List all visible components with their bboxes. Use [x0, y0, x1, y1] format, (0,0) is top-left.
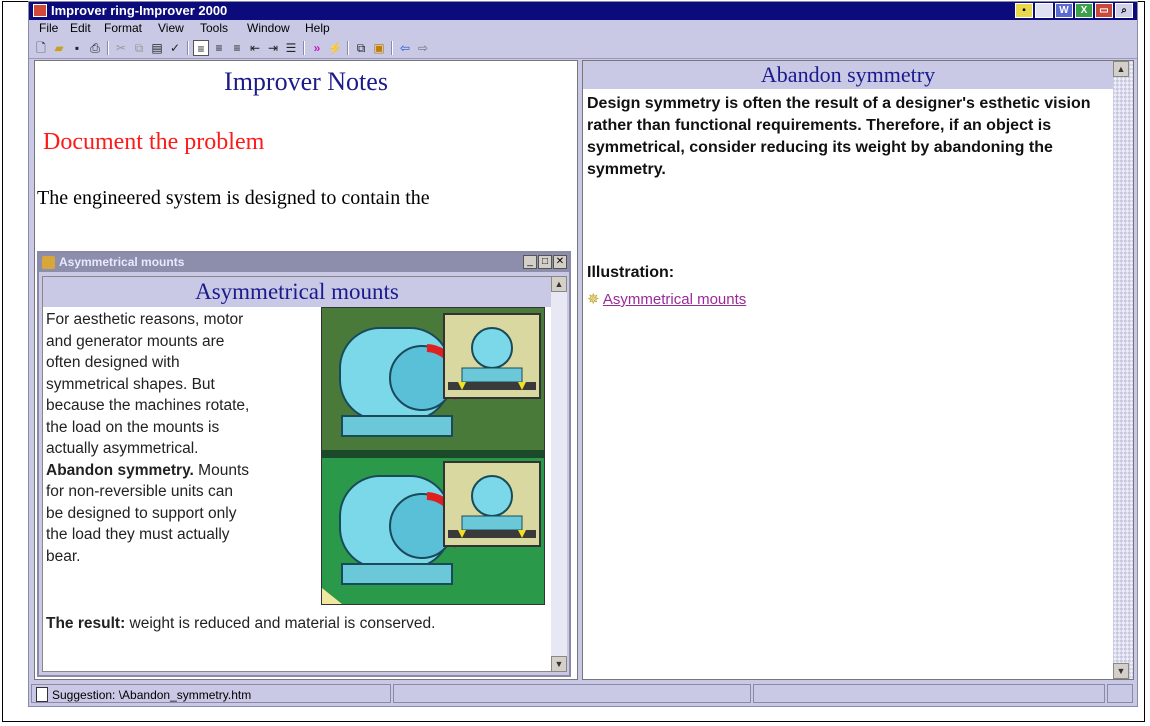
- status-text: Suggestion: \Abandon_symmetry.htm: [52, 688, 252, 702]
- menu-file[interactable]: File: [39, 20, 58, 37]
- align-center-icon[interactable]: ≡: [211, 40, 227, 56]
- workspace-icon[interactable]: ▪: [1015, 3, 1033, 18]
- align-left-icon[interactable]: ≡: [193, 40, 209, 56]
- new-icon[interactable]: 🗋: [33, 40, 49, 56]
- window-title: Improver ring-Improver 2000: [51, 3, 228, 18]
- suggestion-pane: Abandon symmetry Design symmetry is ofte…: [582, 60, 1134, 680]
- result-lead: The result:: [46, 615, 126, 632]
- paste-icon[interactable]: ▤: [149, 40, 165, 56]
- blank-page-icon[interactable]: [1035, 3, 1053, 18]
- search-window-icon[interactable]: ⌕: [1115, 3, 1133, 18]
- back-arrow-icon[interactable]: ⇦: [397, 40, 413, 56]
- abandon-symmetry-bold: Abandon symmetry.: [46, 461, 194, 479]
- close-button[interactable]: ✕: [553, 255, 567, 269]
- forward-chevrons-icon[interactable]: »: [309, 40, 325, 56]
- motor-mounts-illustration: [321, 307, 545, 605]
- title-bar: Improver ring-Improver 2000 ▪ W X ▭ ⌕: [29, 2, 1137, 20]
- app-icon: [33, 4, 47, 17]
- result-body: weight is reduced and material is conser…: [125, 615, 436, 632]
- window-copy-icon[interactable]: ⧉: [353, 40, 369, 56]
- para-line: symmetrical shapes. But: [46, 375, 215, 393]
- illustration-subwindow: Asymmetrical mounts _ □ ✕ Asymmetrical m…: [37, 251, 571, 677]
- print-icon[interactable]: ⎙: [87, 40, 103, 56]
- open-icon[interactable]: ▰: [51, 40, 67, 56]
- forward-arrow-icon[interactable]: ⇨: [415, 40, 431, 56]
- notes-title: Improver Notes: [224, 67, 388, 96]
- scroll-down-arrow[interactable]: ▼: [1113, 663, 1129, 679]
- word-icon[interactable]: W: [1055, 3, 1073, 18]
- spell-check-icon[interactable]: ✓: [167, 40, 183, 56]
- scroll-up-arrow[interactable]: ▲: [1113, 61, 1129, 77]
- subwindow-scrollbar[interactable]: ▲ ▼: [551, 276, 567, 672]
- toolbar: 🗋 ▰ ▪ ⎙ ✂ ⧉ ▤ ✓ ≡ ≡ ≡ ⇤ ⇥ ☰ » ⚡ ⧉ ▣ ⇦ ⇨: [29, 38, 1137, 59]
- para-line: and generator mounts are: [46, 332, 225, 350]
- subwindow-content: Asymmetrical mounts For aesthetic reason…: [42, 276, 552, 672]
- motor-illustration-svg: [322, 308, 544, 604]
- menu-view[interactable]: View: [158, 20, 184, 37]
- copy-icon[interactable]: ⧉: [131, 40, 147, 56]
- notes-body-text[interactable]: The engineered system is designed to con…: [37, 187, 430, 210]
- para-line: for non-reversible units can: [46, 483, 233, 500]
- para-line: bear.: [46, 547, 81, 565]
- align-right-icon[interactable]: ≡: [229, 40, 245, 56]
- menu-help[interactable]: Help: [305, 20, 330, 37]
- menu-window[interactable]: Window: [247, 20, 290, 37]
- subwindow-title: Asymmetrical mounts: [59, 255, 185, 269]
- para-line: Abandon symmetry. Mounts: [46, 460, 318, 482]
- subwindow-icon: [42, 256, 55, 269]
- menu-edit[interactable]: Edit: [70, 20, 91, 37]
- para-line: the load on the mounts is: [46, 418, 220, 436]
- presentation-icon[interactable]: ▭: [1095, 3, 1113, 18]
- document-icon: [36, 687, 48, 702]
- status-bar: Suggestion: \Abandon_symmetry.htm: [29, 683, 1137, 705]
- para-line: the load they must actually: [46, 526, 230, 543]
- maximize-button[interactable]: □: [538, 255, 552, 269]
- suggestion-scrollbar[interactable]: ▲ ▼: [1113, 61, 1133, 679]
- save-icon[interactable]: ▪: [69, 40, 85, 56]
- outdent-icon[interactable]: ⇤: [247, 40, 263, 56]
- scroll-down-arrow[interactable]: ▼: [551, 656, 567, 672]
- indent-icon[interactable]: ⇥: [265, 40, 281, 56]
- star-icon: ✵: [587, 291, 600, 308]
- para-line: actually asymmetrical.: [46, 440, 199, 457]
- illustration-link[interactable]: ✵ Asymmetrical mounts: [587, 290, 746, 308]
- result-text: The result: weight is reduced and materi…: [46, 613, 536, 634]
- status-cell-2: [393, 684, 751, 703]
- menu-bar: File Edit Format View Tools Window Help: [29, 20, 1137, 37]
- cut-icon[interactable]: ✂: [113, 40, 129, 56]
- status-cell-3: [753, 684, 1105, 703]
- resize-grip[interactable]: [1107, 684, 1133, 703]
- scroll-up-arrow[interactable]: ▲: [551, 276, 567, 292]
- suggestion-title: Abandon symmetry: [583, 61, 1113, 89]
- subwindow-header: Asymmetrical mounts: [43, 277, 551, 307]
- para-text: Mounts: [193, 461, 249, 479]
- note-icon[interactable]: ▣: [371, 40, 387, 56]
- para-line: often designed with: [46, 354, 180, 371]
- para-line: For aesthetic reasons, motor: [46, 311, 244, 328]
- menu-tools[interactable]: Tools: [200, 20, 228, 37]
- para-line: because the machines rotate,: [46, 397, 250, 414]
- lightning-icon[interactable]: ⚡: [327, 40, 343, 56]
- status-main: Suggestion: \Abandon_symmetry.htm: [31, 684, 391, 703]
- para-line: be designed to support only: [46, 504, 237, 522]
- suggestion-body: Design symmetry is often the result of a…: [587, 95, 1091, 178]
- bullets-icon[interactable]: ☰: [283, 40, 299, 56]
- illustration-label: Illustration:: [587, 264, 675, 281]
- menu-format[interactable]: Format: [104, 20, 142, 37]
- subwindow-paragraph: For aesthetic reasons, motor and generat…: [46, 309, 318, 567]
- excel-icon[interactable]: X: [1075, 3, 1093, 18]
- notes-heading: Document the problem: [43, 129, 265, 155]
- subwindow-titlebar: Asymmetrical mounts _ □ ✕: [39, 253, 569, 272]
- minimize-button[interactable]: _: [523, 255, 537, 269]
